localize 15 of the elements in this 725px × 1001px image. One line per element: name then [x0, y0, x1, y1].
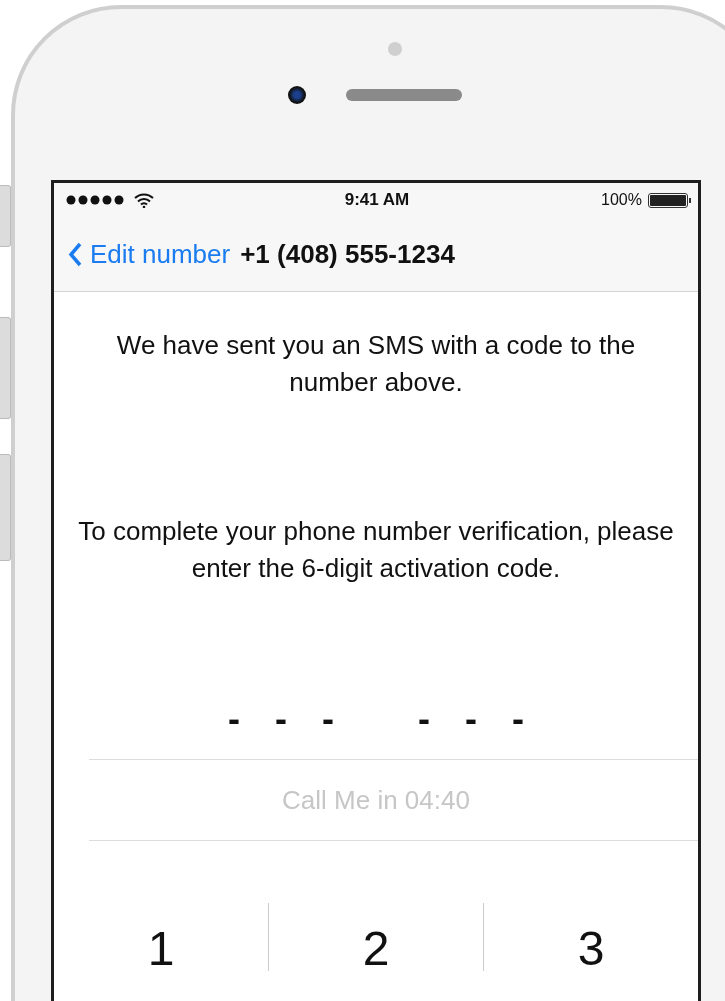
keypad-key[interactable]: 2	[268, 903, 483, 971]
code-digit-field[interactable]: -	[494, 698, 542, 740]
instruction-text: To complete your phone number verification, please enter the 6-digit activation code.	[77, 515, 675, 585]
back-button[interactable]: Edit number	[68, 238, 231, 270]
status-time: 9:41 AM	[344, 190, 410, 209]
code-digit-field[interactable]: -	[210, 698, 258, 740]
code-digit-field[interactable]: -	[304, 698, 352, 740]
phone-number-title: +1 (408) 555-1234	[240, 238, 455, 270]
code-digit-field[interactable]: -	[447, 698, 495, 740]
code-digit-field[interactable]: -	[400, 698, 448, 740]
keypad-key[interactable]: 1	[54, 903, 268, 971]
instruction-text: We have sent you an SMS with a code to the number above.	[115, 329, 637, 399]
battery-percent: 100%	[601, 191, 642, 209]
keypad-key[interactable]: 3	[483, 903, 698, 971]
code-digit-field[interactable]: -	[257, 698, 305, 740]
